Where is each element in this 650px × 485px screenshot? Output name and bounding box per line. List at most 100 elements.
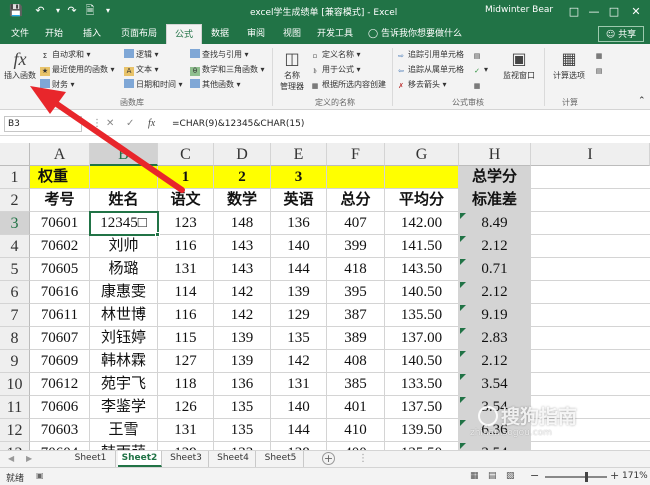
column-header-e[interactable]: E [271, 143, 327, 166]
cell-col-c-row13[interactable]: 129 [158, 442, 214, 450]
cell-col-a-row2[interactable]: 考号 [30, 189, 90, 212]
logical-button[interactable]: 逻辑 ▾ [124, 48, 159, 62]
create-from-selection-button[interactable]: ▦ 根据所选内容创建 [310, 78, 386, 92]
cell-col-d-row13[interactable]: 133 [214, 442, 271, 450]
row-header[interactable]: 6 [0, 281, 30, 304]
tab-insert[interactable]: 插入 [76, 24, 108, 44]
cell-col-c-row8[interactable]: 115 [158, 327, 214, 350]
zoom-out-icon[interactable]: − [530, 469, 539, 482]
sheet-tab-sheet3[interactable]: Sheet3 [164, 451, 209, 467]
cell-col-d-row2[interactable]: 数学 [214, 189, 271, 212]
cell-col-f-row4[interactable]: 399 [327, 235, 385, 258]
trace-precedents-button[interactable]: ⇨ 追踪引用单元格 [396, 48, 464, 62]
cell-col-c-row1[interactable]: 1 [158, 166, 214, 189]
cell-col-d-row4[interactable]: 143 [214, 235, 271, 258]
cell-col-g-row6[interactable]: 140.50 [385, 281, 459, 304]
financial-button[interactable]: 财务 ▾ [40, 78, 75, 92]
error-indicator-icon[interactable] [460, 305, 466, 311]
cell-col-d-row7[interactable]: 142 [214, 304, 271, 327]
cell-col-d-row12[interactable]: 135 [214, 419, 271, 442]
calc-sheet-icon[interactable]: ▤ [594, 63, 606, 77]
use-in-formula-button[interactable]: 𝔥 用于公式 ▾ [310, 63, 360, 77]
cell-col-i-row1[interactable] [531, 166, 650, 189]
zoom-slider-knob[interactable] [585, 472, 588, 482]
cell-col-f-row12[interactable]: 410 [327, 419, 385, 442]
cell-col-f-row2[interactable]: 总分 [327, 189, 385, 212]
cell-col-a-row1[interactable]: 权重 [30, 166, 90, 189]
zoom-level[interactable]: 171% [622, 471, 648, 481]
error-indicator-icon[interactable] [460, 328, 466, 334]
cell-col-e-row4[interactable]: 140 [271, 235, 327, 258]
prev-sheet-icon[interactable]: ◀ [8, 451, 14, 467]
column-header-g[interactable]: G [385, 143, 459, 166]
cell-col-f-row6[interactable]: 395 [327, 281, 385, 304]
cell-col-i-row4[interactable] [531, 235, 650, 258]
cell-col-g-row10[interactable]: 133.50 [385, 373, 459, 396]
watch-window-button[interactable]: ▣ 监视窗口 [500, 50, 538, 81]
cell-col-h-row4[interactable]: 2.12 [459, 235, 531, 258]
customize-qat-icon[interactable]: ▾ [100, 3, 116, 19]
cell-col-h-row8[interactable]: 2.83 [459, 327, 531, 350]
minimize-icon[interactable]: — [584, 2, 604, 22]
column-header-i[interactable]: I [531, 143, 650, 166]
cell-col-g-row13[interactable]: 135.50 [385, 442, 459, 450]
cell-col-b-row8[interactable]: 刘钰婷 [90, 327, 158, 350]
cell-col-c-row12[interactable]: 131 [158, 419, 214, 442]
new-doc-icon[interactable]: 🗎 [82, 3, 98, 19]
column-header-f[interactable]: F [327, 143, 385, 166]
cell-col-h-row10[interactable]: 3.54 [459, 373, 531, 396]
row-header[interactable]: 13 [0, 442, 30, 450]
cell-col-h-row6[interactable]: 2.12 [459, 281, 531, 304]
cell-col-a-row13[interactable]: 70604 [30, 442, 90, 450]
show-formulas-icon[interactable]: ▤ [472, 48, 484, 62]
cell-col-a-row7[interactable]: 70611 [30, 304, 90, 327]
cell-col-d-row10[interactable]: 136 [214, 373, 271, 396]
page-break-view-icon[interactable]: ▧ [506, 471, 515, 481]
row-header[interactable]: 7 [0, 304, 30, 327]
error-indicator-icon[interactable] [460, 259, 466, 265]
cell-col-e-row6[interactable]: 139 [271, 281, 327, 304]
fill-handle[interactable] [155, 232, 160, 237]
cell-col-i-row3[interactable] [531, 212, 650, 235]
column-header-c[interactable]: C [158, 143, 214, 166]
cell-col-i-row13[interactable] [531, 442, 650, 450]
cell-col-f-row1[interactable] [327, 166, 385, 189]
cell-col-a-row9[interactable]: 70609 [30, 350, 90, 373]
cell-col-d-row8[interactable]: 139 [214, 327, 271, 350]
error-indicator-icon[interactable] [460, 443, 466, 449]
cell-col-f-row9[interactable]: 408 [327, 350, 385, 373]
cell-col-e-row12[interactable]: 144 [271, 419, 327, 442]
cell-col-g-row5[interactable]: 143.50 [385, 258, 459, 281]
cell-col-b-row5[interactable]: 杨璐 [90, 258, 158, 281]
datetime-button[interactable]: 日期和时间 ▾ [124, 78, 183, 92]
cell-col-b-row6[interactable]: 康惠雯 [90, 281, 158, 304]
cell-col-i-row8[interactable] [531, 327, 650, 350]
cell-col-a-row8[interactable]: 70607 [30, 327, 90, 350]
row-header[interactable]: 3 [0, 212, 30, 235]
cell-col-b-row9[interactable]: 韩林霖 [90, 350, 158, 373]
cell-col-e-row13[interactable]: 138 [271, 442, 327, 450]
cell-col-a-row3[interactable]: 70601 [30, 212, 90, 235]
name-manager-button[interactable]: ◫ 名称 管理器 [276, 50, 308, 92]
row-header[interactable]: 2 [0, 189, 30, 212]
undo-icon[interactable]: ↶ [32, 3, 48, 19]
macro-record-icon[interactable]: ▣ [36, 471, 44, 480]
cell-col-c-row10[interactable]: 118 [158, 373, 214, 396]
error-indicator-icon[interactable] [460, 282, 466, 288]
cell-col-h-row9[interactable]: 2.12 [459, 350, 531, 373]
autosum-button[interactable]: Σ 自动求和 ▾ [40, 48, 91, 62]
cell-col-b-row4[interactable]: 刘帅 [90, 235, 158, 258]
cell-col-g-row8[interactable]: 137.00 [385, 327, 459, 350]
cell-col-f-row11[interactable]: 401 [327, 396, 385, 419]
cell-col-g-row4[interactable]: 141.50 [385, 235, 459, 258]
cell-col-b-row13[interactable]: 韩雨萌 [90, 442, 158, 450]
cell-col-a-row11[interactable]: 70606 [30, 396, 90, 419]
sheet-tab-sheet4[interactable]: Sheet4 [211, 451, 256, 467]
sheet-tab-sheet5[interactable]: Sheet5 [258, 451, 304, 467]
row-header[interactable]: 10 [0, 373, 30, 396]
cell-col-c-row6[interactable]: 114 [158, 281, 214, 304]
cell-col-e-row8[interactable]: 135 [271, 327, 327, 350]
column-header-a[interactable]: A [30, 143, 90, 166]
cell-col-b-row2[interactable]: 姓名 [90, 189, 158, 212]
sheet-tab-sheet2[interactable]: Sheet2 [118, 451, 162, 467]
